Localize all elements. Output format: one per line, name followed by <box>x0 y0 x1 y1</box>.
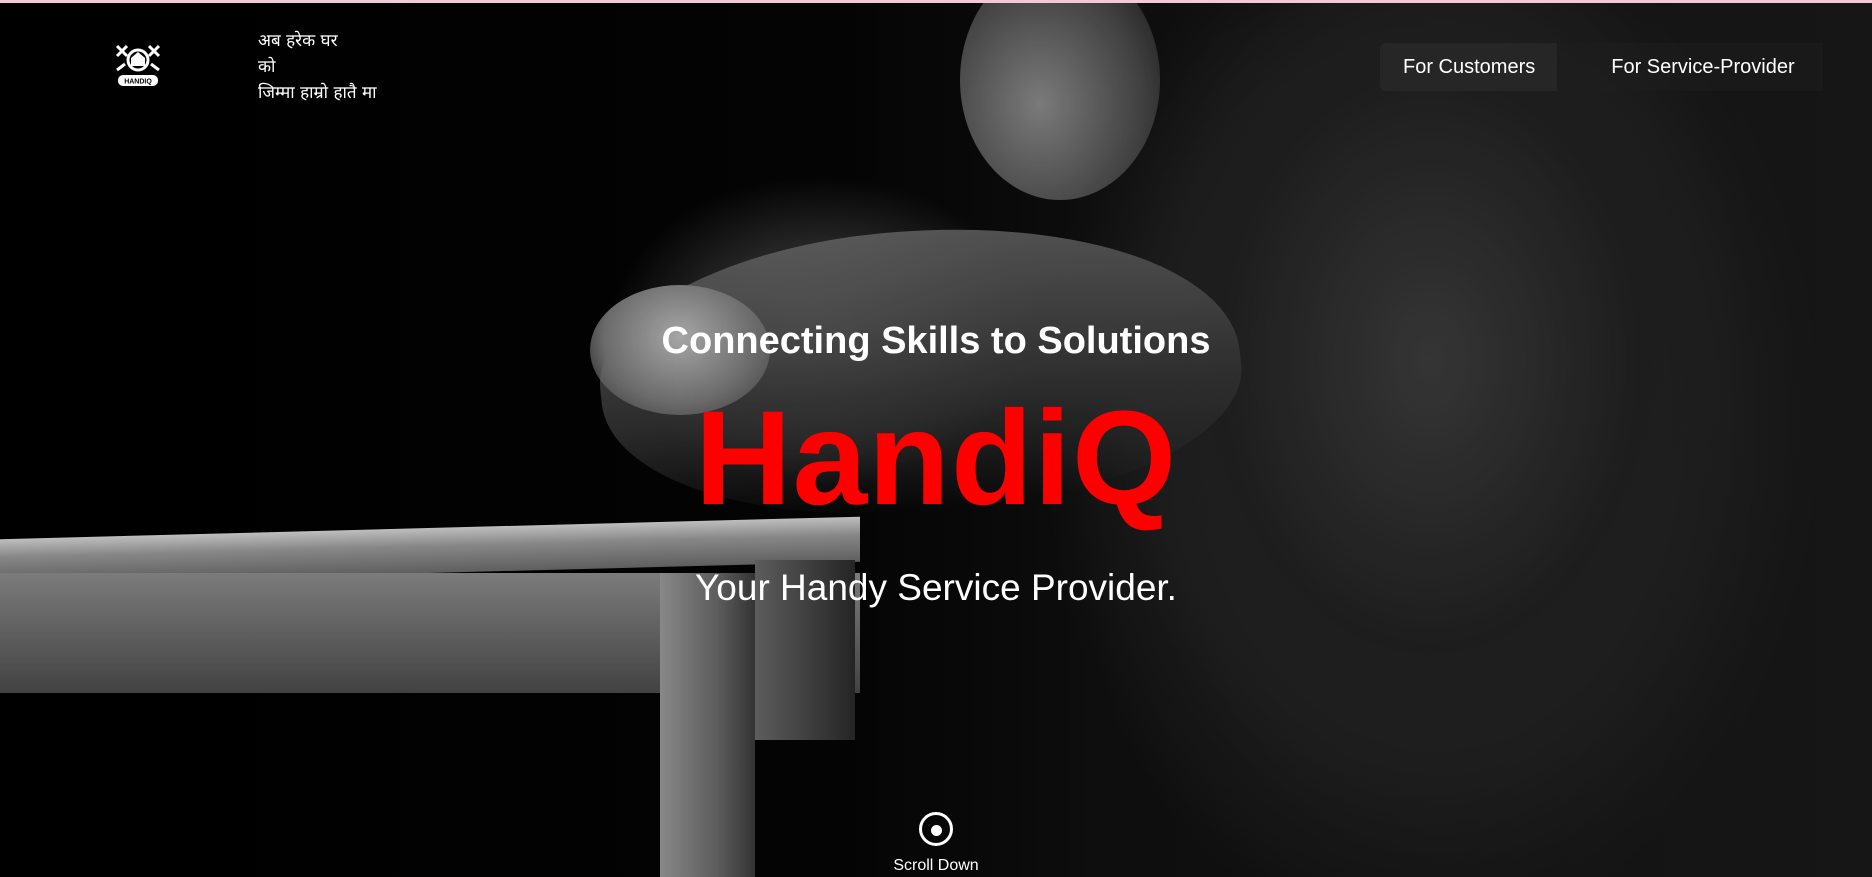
landing-page: HANDIQ अब हरेक घर को जिम्मा हाम्रो हातै … <box>0 0 1872 877</box>
scroll-down-button[interactable]: Scroll Down <box>0 812 1872 875</box>
tagline-line-1: अब हरेक घर <box>258 31 338 51</box>
nav-for-customers[interactable]: For Customers <box>1380 43 1558 91</box>
tagline-line-3: जिम्मा हाम्रो हातै मा <box>258 83 377 103</box>
tagline-line-2: को <box>258 57 276 77</box>
top-nav: For Customers For Service-Provider <box>1380 43 1823 91</box>
scroll-down-label[interactable]: Scroll Down <box>0 857 1872 875</box>
top-border <box>0 0 1872 3</box>
hero-tagline: Your Handy Service Provider. <box>695 567 1177 608</box>
handiq-logo-icon[interactable]: HANDIQ <box>113 40 163 88</box>
nav-for-service-provider[interactable]: For Service-Provider <box>1557 43 1823 91</box>
handiq-logo-svg: HANDIQ <box>115 44 161 86</box>
hindi-tagline: अब हरेक घर को जिम्मा हाम्रो हातै मा <box>258 28 377 106</box>
svg-text:HANDIQ: HANDIQ <box>124 79 152 86</box>
hero-headline: Connecting Skills to Solutions <box>661 320 1211 362</box>
brand-name: HandiQ <box>694 384 1178 533</box>
scroll-down-icon[interactable] <box>919 812 953 846</box>
